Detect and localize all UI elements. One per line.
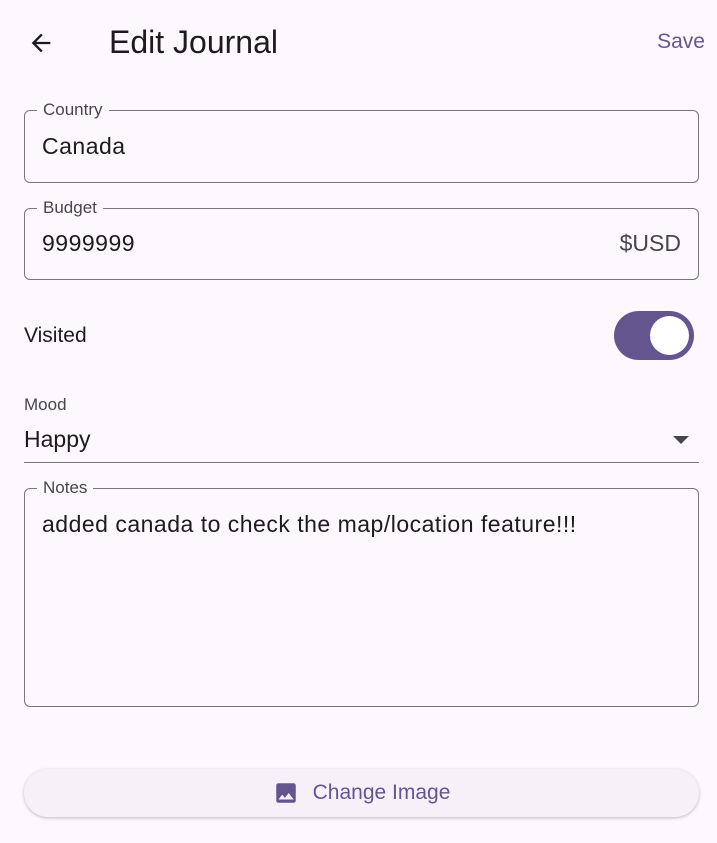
country-value: Canada [42, 133, 126, 159]
arrow-back-icon [31, 33, 51, 53]
budget-field[interactable]: Budget 9999999 $USD [24, 198, 699, 280]
image-icon [275, 783, 296, 803]
page-title: Edit Journal [109, 24, 278, 60]
visited-toggle[interactable] [614, 311, 694, 360]
change-image-label: Change Image [312, 781, 451, 804]
change-image-button[interactable]: Change Image [24, 769, 699, 817]
visited-label: Visited [24, 324, 87, 347]
budget-currency-suffix: $USD [619, 230, 681, 256]
country-field[interactable]: Country Canada [24, 100, 699, 183]
notes-label: Notes [37, 478, 94, 498]
budget-label: Budget [37, 198, 103, 218]
dropdown-arrow-icon [673, 436, 689, 444]
budget-value: 9999999 [42, 230, 136, 256]
back-button[interactable] [18, 20, 64, 66]
mood-label: Mood [24, 395, 67, 414]
mood-value: Happy [24, 426, 91, 452]
save-button[interactable]: Save [657, 27, 705, 57]
country-label: Country [37, 100, 109, 120]
app-bar: Edit Journal Save [0, 0, 717, 84]
notes-value: added canada to check the map/location f… [42, 511, 577, 537]
notes-field[interactable]: Notes added canada to check the map/loca… [24, 478, 699, 707]
mood-dropdown[interactable]: Happy [24, 420, 699, 463]
toggle-thumb [650, 316, 689, 355]
